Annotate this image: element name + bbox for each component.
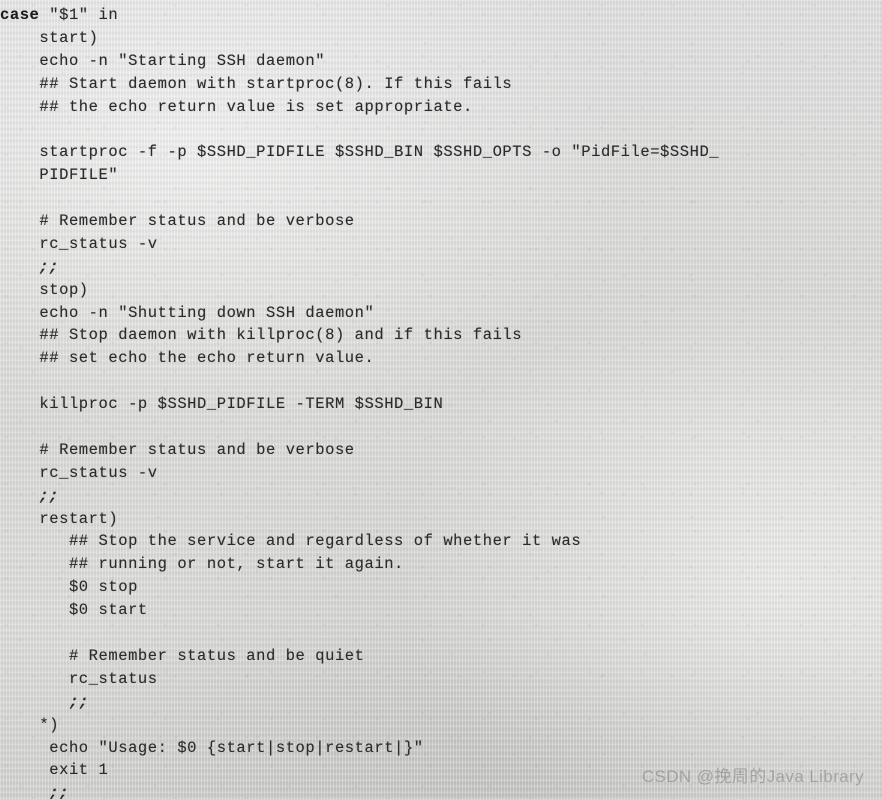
code-line: case "$1" in [0,6,119,24]
code-line: ;; [0,485,882,508]
case-terminator: ;; [48,784,70,799]
code-line: ## Start daemon with startproc(8). If th… [0,74,513,93]
code-line: rc_status -v [0,463,158,482]
code-line: $0 start [0,601,148,620]
code-line: ## running or not, start it again. [0,555,404,574]
code-line: $0 stop [0,578,138,597]
case-terminator: ;; [68,692,90,711]
code-line: killproc -p $SSHD_PIDFILE -TERM $SSHD_BI… [0,395,444,414]
code-line: ## the echo return value is set appropri… [0,97,473,116]
code-line: restart) [0,509,119,528]
code-line: # Remember status and be quiet [0,646,365,665]
code-line: ## Stop the service and regardless of wh… [0,532,582,551]
code-line: ;; [0,782,882,799]
code-line: echo -n "Starting SSH daemon" [0,51,326,70]
case-terminator: ;; [38,486,60,505]
code-line: rc_status [0,669,158,688]
code-line: start) [0,28,99,47]
code-line: ;; [0,256,882,279]
code-line: echo "Usage: $0 {start|stop|restart|}" [0,738,424,757]
code-line: echo -n "Shutting down SSH daemon" [0,303,375,322]
code-block: case "$1" in start) echo -n "Starting SS… [0,0,882,799]
code-line: # Remember status and be verbose [0,440,355,459]
code-line: ;; [0,691,882,714]
case-terminator: ;; [38,257,60,276]
code-line: exit 1 [0,761,109,780]
scanned-page: case "$1" in start) echo -n "Starting SS… [0,0,882,799]
shell-keyword: case [0,6,40,24]
code-line: ## set echo the echo return value. [0,349,375,368]
code-line: # Remember status and be verbose [0,212,355,231]
code-line: startproc -f -p $SSHD_PIDFILE $SSHD_BIN … [0,143,720,162]
code-line: ## Stop daemon with killproc(8) and if t… [0,326,523,345]
code-line: stop) [0,280,89,299]
code-line: rc_status -v [0,234,158,253]
code-line: *) [0,715,60,734]
code-line: PIDFILE" [0,166,119,185]
